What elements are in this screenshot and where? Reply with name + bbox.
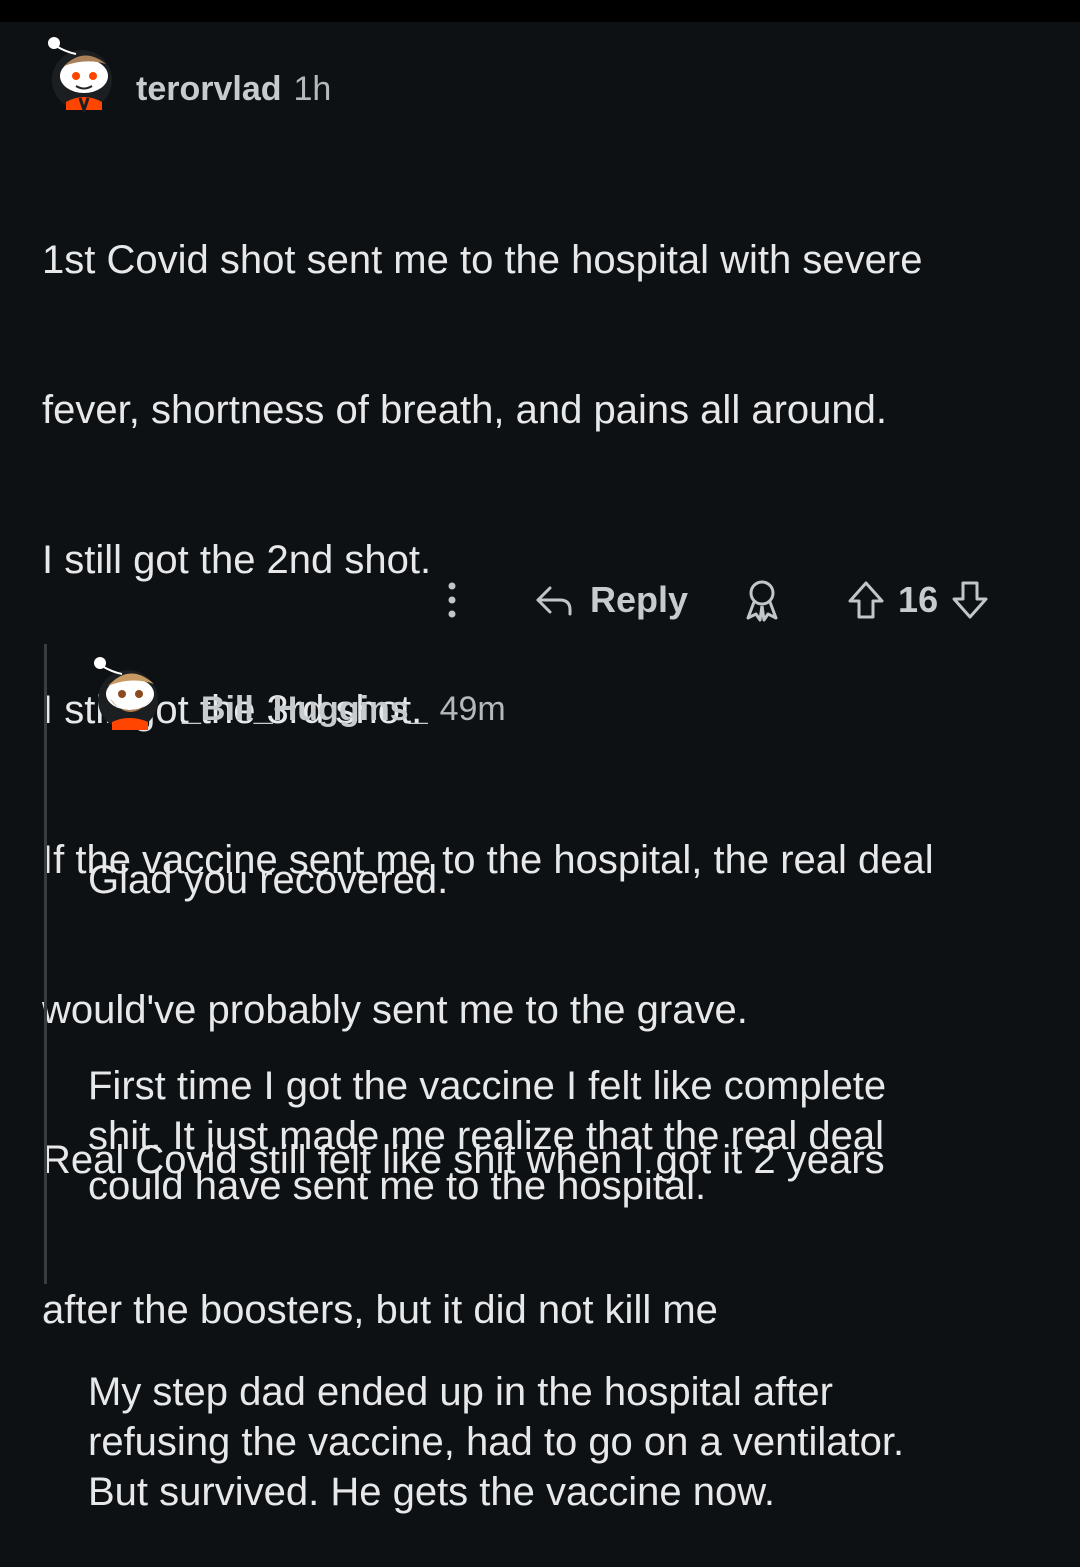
upvote-icon bbox=[848, 581, 884, 619]
comment-line: fever, shortness of breath, and pains al… bbox=[42, 388, 887, 432]
username[interactable]: _Bill_Huggins_ bbox=[182, 690, 428, 729]
comment-actions: Reply 16 bbox=[436, 575, 990, 625]
more-options-button[interactable] bbox=[436, 578, 468, 622]
upvote-button[interactable] bbox=[846, 579, 886, 621]
comment-header: terorvlad 1h bbox=[136, 70, 331, 109]
top-edge-bar bbox=[0, 0, 1080, 22]
timestamp: 49m bbox=[439, 690, 506, 728]
comment-body: Glad you recovered. First time I got the… bbox=[88, 755, 904, 1567]
comment-paragraph: Glad you recovered. bbox=[88, 858, 449, 902]
user-avatar[interactable] bbox=[42, 32, 122, 112]
username[interactable]: terorvlad bbox=[136, 70, 282, 109]
snoo-avatar-icon bbox=[48, 37, 112, 112]
timestamp: 1h bbox=[293, 70, 332, 108]
reply-arrow-icon bbox=[536, 586, 572, 616]
user-avatar[interactable] bbox=[88, 652, 168, 732]
reply-label: Reply bbox=[590, 579, 689, 620]
vote-score: 16 bbox=[898, 579, 939, 620]
award-icon bbox=[746, 580, 778, 622]
downvote-button[interactable] bbox=[950, 579, 990, 621]
reply-button[interactable]: Reply bbox=[534, 579, 688, 621]
thread-line[interactable] bbox=[44, 644, 47, 1284]
comment-paragraph: First time I got the vaccine I felt like… bbox=[88, 1064, 887, 1208]
comment-line: 1st Covid shot sent me to the hospital w… bbox=[42, 238, 923, 282]
more-vertical-icon bbox=[448, 582, 456, 618]
award-button[interactable] bbox=[742, 578, 782, 622]
downvote-icon bbox=[952, 581, 988, 619]
snoo-avatar-icon bbox=[94, 657, 158, 730]
comment-paragraph: My step dad ended up in the hospital aft… bbox=[88, 1370, 905, 1514]
comment-header: _Bill_Huggins_ 49m bbox=[182, 690, 506, 729]
